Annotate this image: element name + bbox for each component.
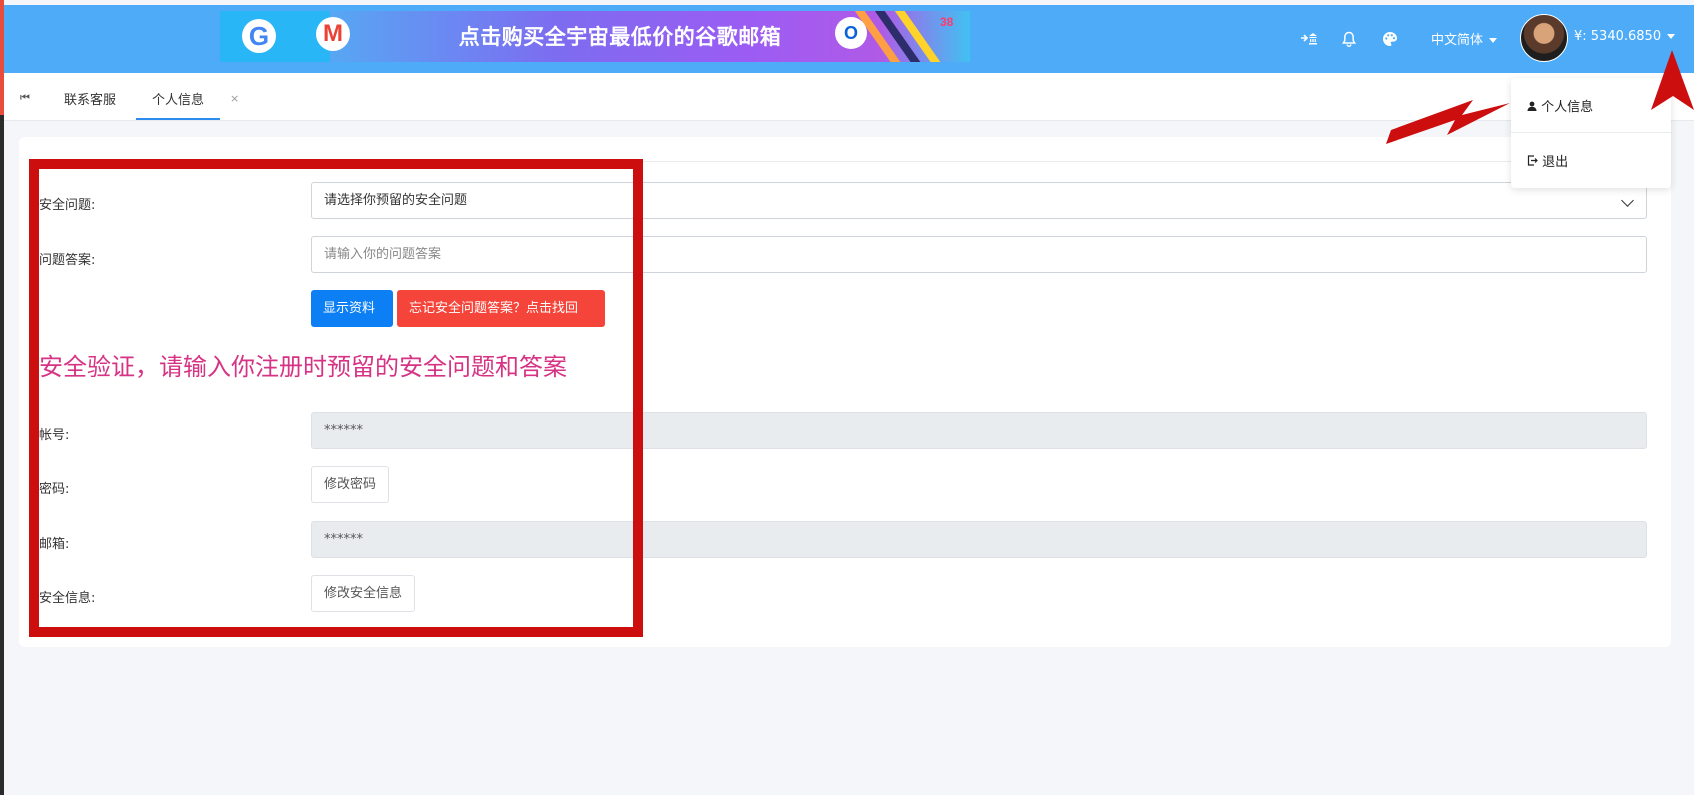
arrow-to-caret-icon — [1651, 50, 1694, 110]
annotation-arrows — [1386, 50, 1694, 144]
arrow-to-profile-icon — [1386, 100, 1510, 144]
